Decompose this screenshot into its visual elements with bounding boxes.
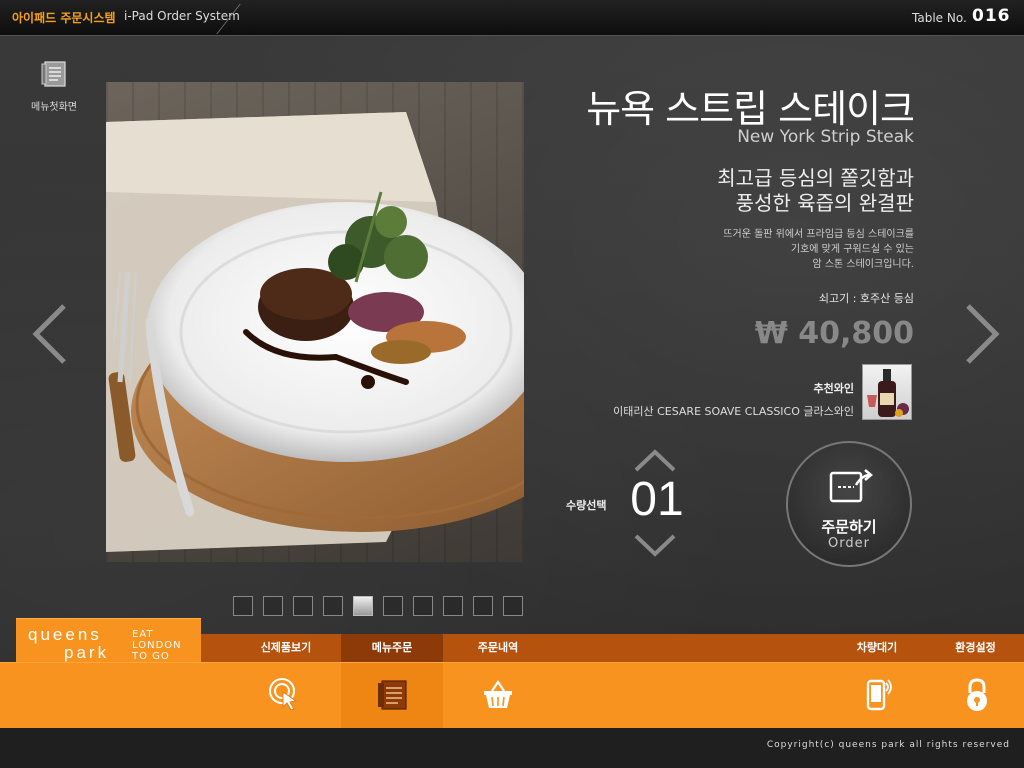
tab-bar: 신제품보기 메뉴주문 주문내역 차량대기 환경설정 (201, 634, 1024, 662)
tab-new-products[interactable]: 신제품보기 (231, 634, 341, 662)
page-dot[interactable] (323, 596, 343, 616)
touch-icon (269, 678, 298, 711)
tagline-line: 풍성한 육즙의 완결판 (735, 191, 914, 215)
page-dot[interactable] (503, 596, 523, 616)
quantity-value: 01 (630, 473, 684, 526)
tab-vehicle-wait[interactable]: 차량대기 (827, 634, 927, 662)
table-number: 016 (972, 6, 1011, 26)
product-title-en: New York Strip Steak (737, 127, 914, 147)
page-dot[interactable] (443, 596, 463, 616)
next-arrow[interactable] (962, 302, 1002, 366)
chevron-right-icon (966, 304, 1000, 364)
logo-tag: LONDON (132, 640, 182, 651)
order-label-en: Order (828, 536, 870, 551)
product-tagline: 최고급 등심의 쫄깃함과 풍성한 육즙의 완결판 (594, 166, 914, 216)
logo-line2: park (64, 643, 110, 662)
basket-icon (484, 680, 512, 708)
product-description: 뜨거운 돌판 위에서 프라임급 등심 스테이크를 기호에 맞게 구워드실 수 있… (614, 227, 914, 272)
settings-button[interactable] (957, 675, 997, 715)
logo-tag: TO GO (132, 651, 170, 662)
order-export-icon (829, 469, 873, 503)
description-line: 뜨거운 돌판 위에서 프라임급 등심 스테이크를 (723, 229, 914, 240)
page-dot[interactable] (263, 596, 283, 616)
order-history-button[interactable] (478, 675, 518, 715)
app-subtitle: i-Pad Order System (124, 9, 240, 23)
chevron-up-icon (634, 449, 676, 472)
page-dot[interactable] (473, 596, 493, 616)
logo-line1: queens (28, 625, 102, 644)
phone-icon (866, 679, 892, 711)
menu-home-button[interactable]: 메뉴첫화면 (26, 58, 82, 113)
logo-tagline: EAT LONDON TO GO (132, 629, 182, 662)
wine-thumbnail[interactable] (862, 364, 912, 420)
page-dot[interactable] (383, 596, 403, 616)
quantity-label: 수량선택 (566, 499, 607, 512)
tab-settings[interactable]: 환경설정 (927, 634, 1024, 662)
new-products-button[interactable] (266, 675, 306, 715)
icon-bar (0, 662, 1024, 729)
description-line: 기호에 맞게 구워드실 수 있는 (790, 244, 914, 255)
dish-illustration (106, 112, 524, 552)
pagination (233, 596, 533, 616)
page-dot[interactable] (233, 596, 253, 616)
tab-menu-order[interactable]: 메뉴주문 (341, 634, 443, 662)
dish-photo (106, 82, 524, 562)
page-dot-active[interactable] (353, 596, 373, 616)
prev-arrow[interactable] (30, 302, 70, 366)
wine-bottle-icon (867, 369, 909, 417)
tab-order-history[interactable]: 주문내역 (443, 634, 553, 662)
top-bar: 아이패드 주문시스템 i-Pad Order System Table No. … (0, 0, 1024, 36)
tagline-line: 최고급 등심의 쫄깃함과 (717, 166, 914, 190)
wine-name: 이태리산 CESARE SOAVE CLASSICO 글라스와인 (613, 405, 854, 418)
product-title-ko: 뉴욕 스트립 스테이크 (586, 87, 915, 131)
menu-order-button[interactable] (372, 675, 412, 715)
vehicle-wait-button[interactable] (857, 675, 897, 715)
footer: Copyright(c) queens park all rights rese… (0, 728, 1024, 768)
page-dot[interactable] (413, 596, 433, 616)
logo-tag: EAT (132, 629, 154, 640)
menu-home-label: 메뉴첫화면 (31, 102, 77, 113)
description-line: 암 스톤 스테이크입니다. (812, 259, 914, 270)
table-label: Table No. (912, 11, 967, 25)
menu-book-icon (41, 61, 66, 87)
product-price: ₩ 40,800 (754, 316, 914, 351)
chevron-left-icon (32, 304, 66, 364)
order-button[interactable]: 주문하기 Order (786, 441, 912, 567)
wine-recommend-label: 추천와인 (813, 382, 854, 395)
app-brand: 아이패드 주문시스템 (12, 11, 116, 25)
copyright-text: Copyright(c) queens park all rights rese… (766, 740, 1010, 750)
menu-book-icon (378, 680, 407, 710)
queens-park-logo: queens park EAT LONDON TO GO (16, 618, 201, 662)
order-label-ko: 주문하기 (821, 518, 877, 536)
quantity-decrease-button[interactable] (632, 532, 678, 560)
product-origin: 쇠고기 : 호주산 등심 (818, 292, 914, 305)
quantity-increase-button[interactable] (632, 446, 678, 474)
chevron-down-icon (634, 534, 676, 557)
page-dot[interactable] (293, 596, 313, 616)
lock-icon (967, 678, 987, 711)
